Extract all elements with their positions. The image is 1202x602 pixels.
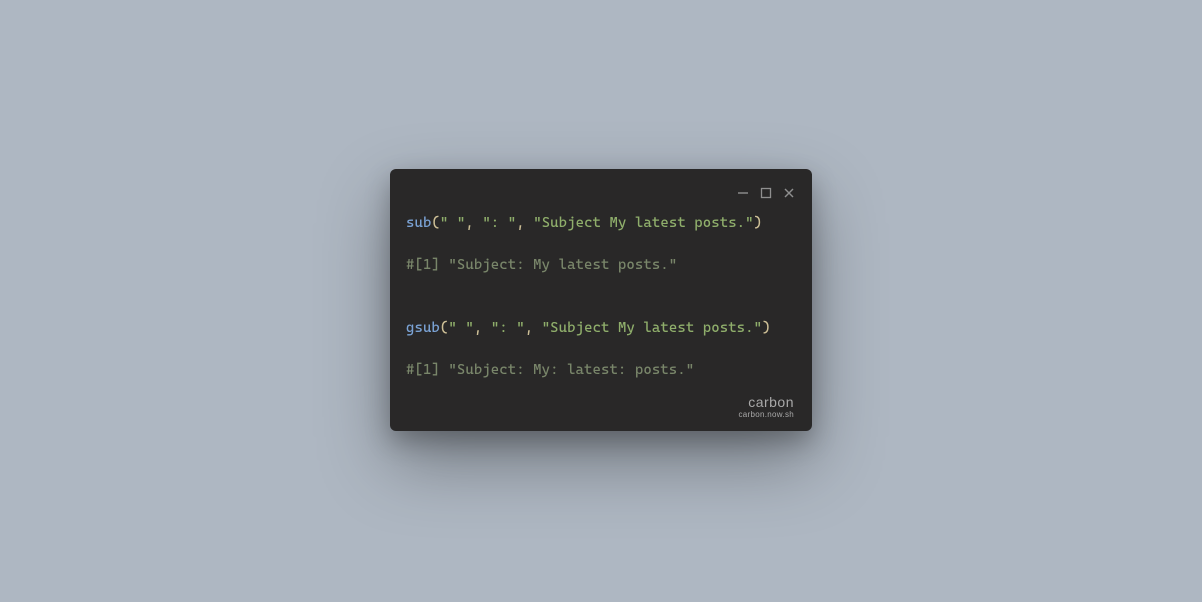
code-line-3: #[1] "Subject: My latest posts." (406, 257, 677, 273)
token-comment: #[1] "Subject: My latest posts." (406, 257, 677, 273)
token-function: gsub (406, 320, 440, 336)
code-block: sub(" ", ": ", "Subject My latest posts.… (406, 213, 796, 381)
token-paren-close: ) (754, 215, 762, 231)
token-comma: , (516, 215, 533, 231)
token-string: " " (440, 215, 465, 231)
code-line-6: gsub(" ", ": ", "Subject My latest posts… (406, 320, 771, 336)
token-paren-open: ( (431, 215, 439, 231)
minimize-icon[interactable] (736, 186, 750, 200)
watermark-brand: carbon (406, 395, 794, 409)
close-icon[interactable] (782, 186, 796, 200)
code-window: sub(" ", ": ", "Subject My latest posts.… (390, 169, 812, 432)
maximize-icon[interactable] (759, 186, 773, 200)
window-titlebar (406, 183, 796, 203)
token-comment: #[1] "Subject: My: latest: posts." (406, 362, 694, 378)
token-comma: , (474, 320, 491, 336)
token-string: ": " (491, 320, 525, 336)
token-comma: , (465, 215, 482, 231)
watermark-url: carbon.now.sh (406, 410, 794, 420)
token-paren-close: ) (762, 320, 770, 336)
token-comma: , (525, 320, 542, 336)
token-string: ": " (482, 215, 516, 231)
watermark: carbon carbon.now.sh (406, 395, 796, 420)
code-line-8: #[1] "Subject: My: latest: posts." (406, 362, 694, 378)
code-line-1: sub(" ", ": ", "Subject My latest posts.… (406, 215, 762, 231)
token-string: "Subject My latest posts." (542, 320, 762, 336)
token-string: " " (448, 320, 473, 336)
page-background: sub(" ", ": ", "Subject My latest posts.… (0, 0, 1202, 602)
token-string: "Subject My latest posts." (533, 215, 753, 231)
token-function: sub (406, 215, 431, 231)
